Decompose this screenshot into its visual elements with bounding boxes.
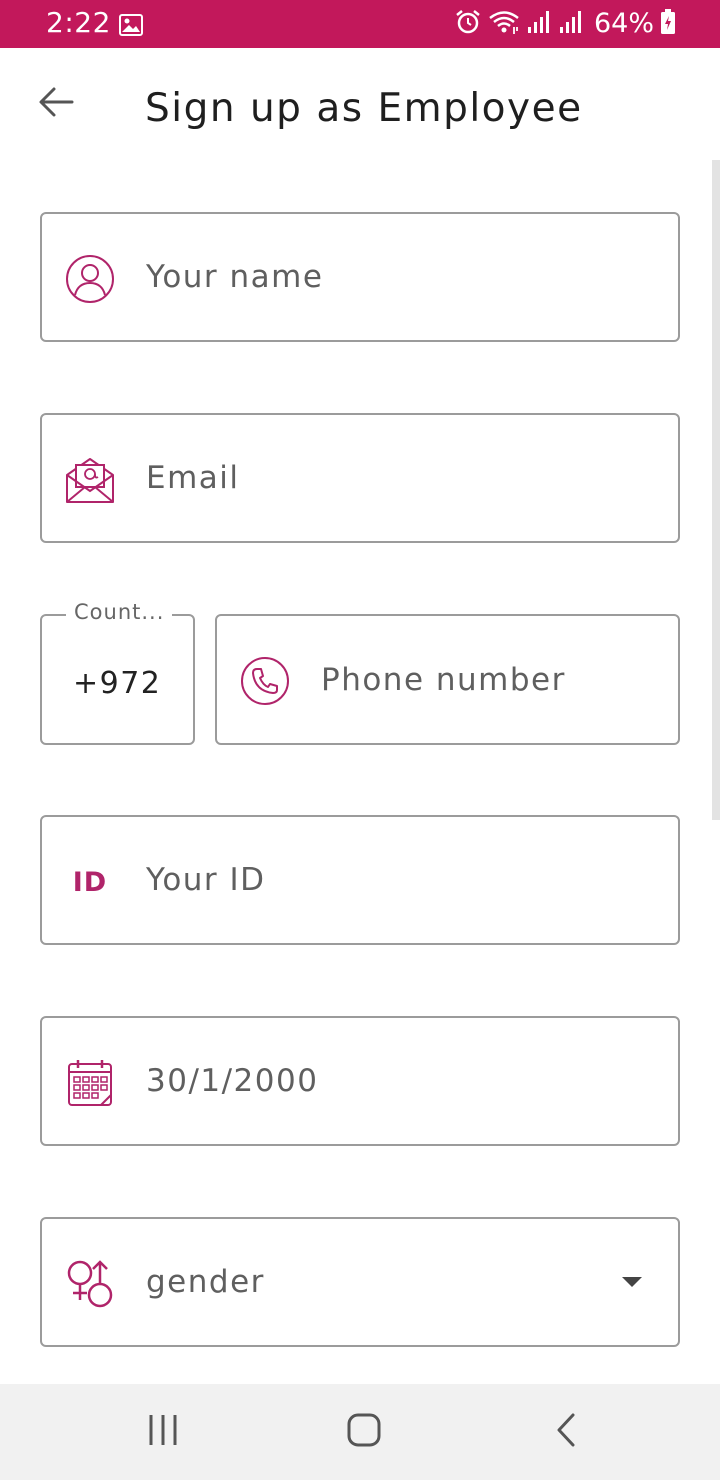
birthdate-field[interactable]: 30/1/2000 <box>40 1016 680 1146</box>
gallery-icon <box>119 14 143 40</box>
arrow-left-icon <box>38 86 74 122</box>
nav-back-button[interactable] <box>542 1408 590 1456</box>
signal-icon <box>526 9 552 39</box>
phone-field[interactable]: Phone number <box>215 614 680 745</box>
home-button[interactable] <box>340 1408 388 1456</box>
back-button[interactable] <box>30 78 82 130</box>
battery-percent: 64% <box>593 8 654 39</box>
chevron-down-icon[interactable] <box>622 1277 642 1287</box>
name-field[interactable]: Your name <box>40 212 680 342</box>
alarm-icon <box>454 9 482 39</box>
phone-placeholder: Phone number <box>321 661 566 698</box>
app-bar: Sign up as Employee <box>0 48 720 168</box>
id-field[interactable]: ID Your ID <box>40 815 680 945</box>
country-code-label: Count... <box>66 600 173 624</box>
system-nav-bar <box>0 1384 720 1480</box>
country-code-select[interactable]: Count... +972 <box>40 600 195 745</box>
phone-icon <box>239 655 291 707</box>
recents-icon <box>146 1413 180 1451</box>
gender-icon <box>64 1258 116 1310</box>
name-placeholder: Your name <box>146 259 324 295</box>
page-title: Sign up as Employee <box>145 86 583 131</box>
wifi-icon <box>488 9 520 39</box>
gender-value: gender <box>146 1264 265 1300</box>
battery-charging-icon <box>660 8 676 39</box>
status-icons: 64% <box>454 8 676 39</box>
email-placeholder: Email <box>146 460 240 496</box>
id-placeholder: Your ID <box>146 862 266 898</box>
birthdate-value: 30/1/2000 <box>146 1063 319 1099</box>
country-code-value: +972 <box>73 666 162 701</box>
scrollbar[interactable] <box>712 160 720 820</box>
email-field[interactable]: Email <box>40 413 680 543</box>
calendar-icon <box>64 1057 116 1109</box>
gender-select[interactable]: gender <box>40 1217 680 1347</box>
home-icon <box>347 1413 381 1451</box>
person-icon <box>64 253 116 305</box>
signal-icon <box>558 9 584 39</box>
recents-button[interactable] <box>139 1408 187 1456</box>
back-icon <box>551 1413 581 1451</box>
envelope-icon <box>64 454 116 506</box>
id-icon: ID <box>72 866 108 898</box>
status-bar: 2:22 64% <box>0 0 720 48</box>
status-time: 2:22 <box>46 6 111 39</box>
